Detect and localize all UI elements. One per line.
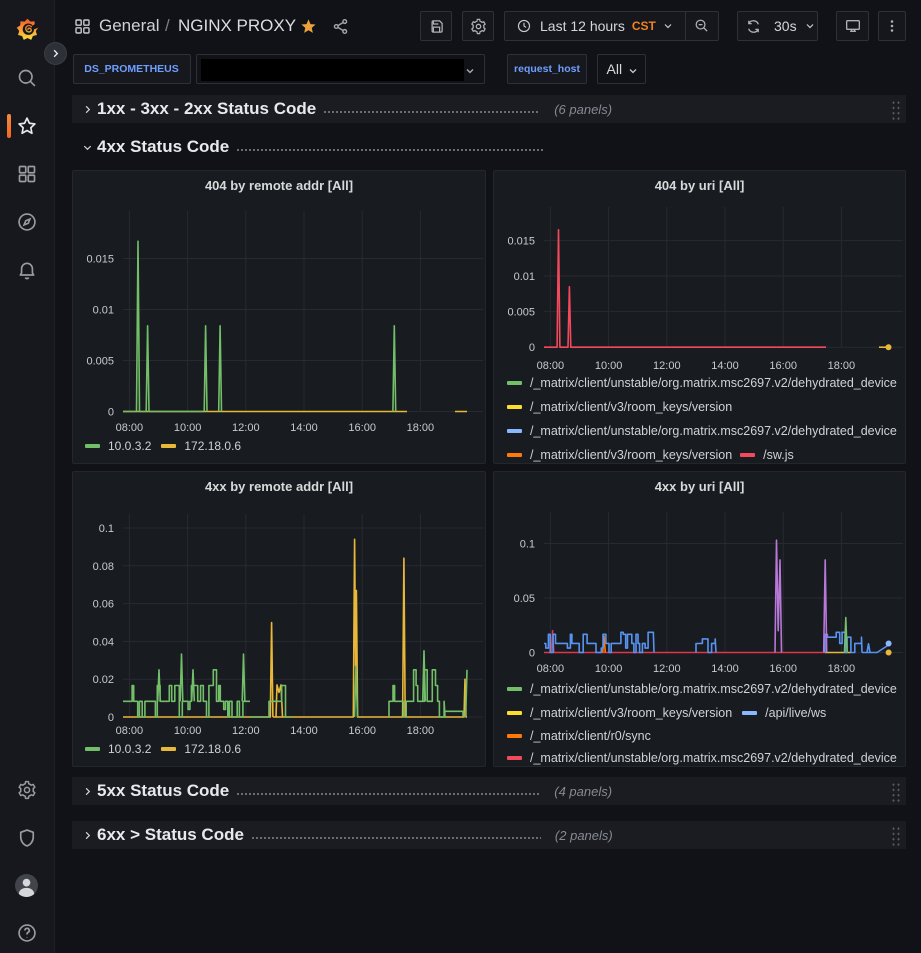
svg-text:0.08: 0.08 xyxy=(93,561,114,573)
svg-text:12:00: 12:00 xyxy=(232,725,260,737)
svg-text:10:00: 10:00 xyxy=(595,360,623,371)
svg-text:14:00: 14:00 xyxy=(290,725,318,737)
svg-text:0.06: 0.06 xyxy=(93,599,114,611)
svg-text:0.1: 0.1 xyxy=(99,523,114,535)
svg-text:18:00: 18:00 xyxy=(407,725,435,737)
svg-text:0.01: 0.01 xyxy=(93,305,114,317)
svg-text:0.04: 0.04 xyxy=(93,636,114,648)
svg-text:16:00: 16:00 xyxy=(348,422,376,434)
svg-text:0.005: 0.005 xyxy=(86,356,114,368)
svg-text:0: 0 xyxy=(529,648,535,660)
svg-text:14:00: 14:00 xyxy=(711,360,739,371)
svg-text:12:00: 12:00 xyxy=(232,422,260,434)
svg-text:12:00: 12:00 xyxy=(653,663,681,675)
svg-text:18:00: 18:00 xyxy=(828,663,856,675)
svg-text:08:00: 08:00 xyxy=(116,725,144,737)
svg-text:0.015: 0.015 xyxy=(86,254,114,266)
svg-text:0.1: 0.1 xyxy=(520,539,535,551)
svg-text:0: 0 xyxy=(108,407,114,419)
svg-text:10:00: 10:00 xyxy=(174,725,202,737)
svg-text:16:00: 16:00 xyxy=(348,725,376,737)
svg-text:0.005: 0.005 xyxy=(507,307,535,319)
svg-text:08:00: 08:00 xyxy=(116,422,144,434)
svg-text:16:00: 16:00 xyxy=(769,663,797,675)
svg-text:0.015: 0.015 xyxy=(507,235,535,247)
svg-text:10:00: 10:00 xyxy=(174,422,202,434)
svg-text:0.01: 0.01 xyxy=(514,271,535,283)
svg-text:14:00: 14:00 xyxy=(711,663,739,675)
svg-text:0.02: 0.02 xyxy=(93,674,114,686)
svg-text:16:00: 16:00 xyxy=(769,360,797,371)
svg-text:18:00: 18:00 xyxy=(828,360,856,371)
svg-text:0: 0 xyxy=(529,342,535,354)
svg-text:08:00: 08:00 xyxy=(537,663,565,675)
svg-text:12:00: 12:00 xyxy=(653,360,681,371)
svg-text:10:00: 10:00 xyxy=(595,663,623,675)
svg-text:14:00: 14:00 xyxy=(290,422,318,434)
svg-text:0: 0 xyxy=(108,712,114,724)
svg-text:18:00: 18:00 xyxy=(407,422,435,434)
svg-text:08:00: 08:00 xyxy=(537,360,565,371)
svg-text:0.05: 0.05 xyxy=(514,593,535,605)
